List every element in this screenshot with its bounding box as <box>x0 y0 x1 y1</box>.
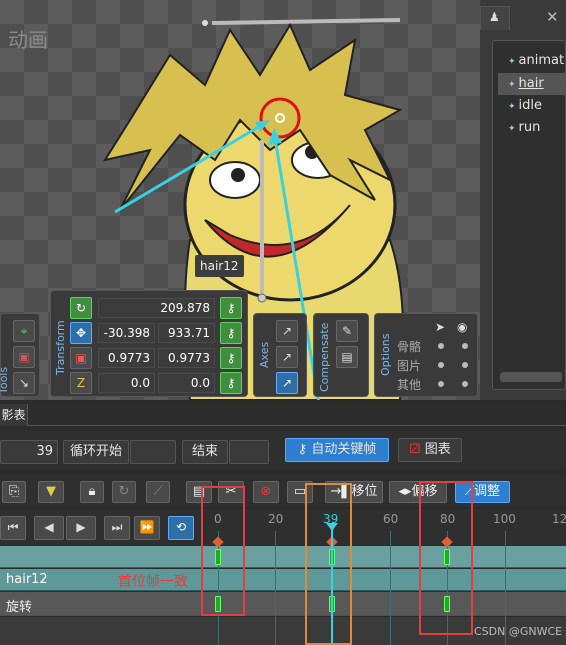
other-visible-toggle[interactable] <box>462 381 468 387</box>
repeat-icon[interactable]: ⟲ <box>168 516 194 540</box>
loop-start-field[interactable] <box>130 440 176 464</box>
annotation-box-last <box>419 481 473 635</box>
graph-icon: ⚂ <box>409 442 421 457</box>
images-select-toggle[interactable] <box>438 362 444 368</box>
watermark: CSDN @GNWCE <box>474 625 563 638</box>
parent-axes-icon[interactable]: ↗ <box>276 346 298 368</box>
translate-y-field[interactable]: 933.71 <box>158 323 215 343</box>
bones-select-toggle[interactable] <box>438 343 444 349</box>
world-axes-icon[interactable]: ↗ <box>276 372 298 394</box>
close-icon[interactable]: ✕ <box>546 8 559 26</box>
ruler-tick-20: 20 <box>268 512 284 526</box>
animation-icon: ✦ <box>508 80 516 90</box>
scale-icon[interactable]: ▣ <box>70 347 92 369</box>
transform-label: Transform <box>54 320 67 375</box>
graph-button[interactable]: ⚂ 图表 <box>398 438 462 462</box>
tree-item-hair[interactable]: ✦ hair <box>498 73 566 95</box>
axes-panel: Axes ↗ ↗ ↗ <box>253 313 307 397</box>
track-animation-row[interactable] <box>0 546 566 568</box>
shear-x-field[interactable]: 0.0 <box>98 373 155 393</box>
rotate-key-icon[interactable]: ⚷ <box>220 297 242 319</box>
track-label: 旋转 <box>6 600 33 615</box>
end-field[interactable] <box>229 440 269 464</box>
viewport-title: 动画 <box>8 28 48 52</box>
option-bones: 骨骼 <box>397 340 422 354</box>
end-label: 结束 <box>182 440 228 464</box>
grid-line <box>390 531 391 645</box>
weights-tool-icon[interactable]: ▣ <box>13 346 35 368</box>
annotation-box-current <box>305 483 352 645</box>
image-compensate-icon[interactable]: ▤ <box>336 346 358 368</box>
scale-y-field[interactable]: 0.9773 <box>158 348 215 368</box>
play-reverse-icon[interactable]: ◀ <box>34 516 64 540</box>
translate-key-icon[interactable]: ⚷ <box>220 322 242 344</box>
track-row-rotate[interactable]: 旋转 <box>0 592 566 616</box>
offset-icon: ◂▸ <box>398 484 412 499</box>
option-images: 图片 <box>397 359 422 373</box>
bottom-tabbar <box>0 404 566 426</box>
grid-line <box>275 531 276 645</box>
delete-icon[interactable]: ⊗ <box>253 481 279 503</box>
loop-icon[interactable]: ↻ <box>112 481 136 503</box>
images-visible-toggle[interactable] <box>462 362 468 368</box>
auto-key-button[interactable]: ⚷ 自动关键帧 <box>285 438 389 462</box>
bones-visible-toggle[interactable] <box>462 343 468 349</box>
copy-icon[interactable]: ⎘ <box>2 481 26 503</box>
axes-label: Axes <box>258 341 271 368</box>
scale-key-icon[interactable]: ⚷ <box>220 347 242 369</box>
tools-panel: Tools ⌖ ▣ ↘ <box>0 313 40 397</box>
options-label: Options <box>379 333 392 376</box>
curve-icon[interactable]: ⟋ <box>146 481 170 503</box>
transform-panel: Transform ↻ 209.878 ⚷ ✥ -30.398 933.71 ⚷… <box>50 290 248 397</box>
local-axes-icon[interactable]: ↗ <box>276 320 298 342</box>
shear-key-icon[interactable]: ⚷ <box>220 372 242 394</box>
track-label: hair12 <box>6 572 48 587</box>
annotation-box-first <box>201 486 245 616</box>
ruler-tick-100: 100 <box>493 512 516 526</box>
ruler-tick-60: 60 <box>383 512 399 526</box>
translate-icon[interactable]: ✥ <box>70 322 92 344</box>
go-start-icon[interactable]: ⏮ <box>0 516 26 540</box>
eye-icon: ◉ <box>457 320 468 334</box>
lock-icon[interactable]: 🔒︎ <box>80 481 104 503</box>
ruler-tick-120: 12 <box>552 512 566 526</box>
running-icon: ♟ <box>489 10 500 24</box>
bone-label: hair12 <box>195 255 244 277</box>
tree-item-idle[interactable]: ✦ idle <box>498 95 566 117</box>
step-forward-icon[interactable]: ⏩ <box>134 516 160 540</box>
frame-field[interactable]: 39 <box>0 440 58 464</box>
animation-icon: ✦ <box>508 124 516 134</box>
compensate-panel: Compensate ✎ ▤ <box>313 313 369 397</box>
annotation-text: 首位帧一致 <box>118 574 188 590</box>
go-end-icon[interactable]: ⏭ <box>104 516 130 540</box>
scale-x-field[interactable]: 0.9773 <box>98 348 155 368</box>
animation-icon: ✦ <box>508 57 516 67</box>
pose-tool-icon[interactable]: ⌖ <box>13 320 35 342</box>
other-select-toggle[interactable] <box>438 381 444 387</box>
option-other: 其他 <box>397 378 422 392</box>
options-panel: Options ➤ ◉ 骨骼 图片 其他 <box>374 313 478 397</box>
tree-item-run[interactable]: ✦ run <box>498 117 566 139</box>
tree-item-animations[interactable]: ✦ animat <box>498 50 566 72</box>
shear-y-field[interactable]: 0.0 <box>158 373 215 393</box>
animation-icon: ✦ <box>508 102 516 112</box>
loop-start-label: 循环开始 <box>63 440 129 464</box>
rotate-field[interactable]: 209.878 <box>98 298 215 318</box>
tree-tab[interactable]: ♟ <box>480 6 510 30</box>
translate-x-field[interactable]: -30.398 <box>98 323 155 343</box>
key-icon: ⚷ <box>297 442 308 457</box>
bone-compensate-icon[interactable]: ✎ <box>336 320 358 342</box>
play-icon[interactable]: ▶ <box>66 516 96 540</box>
track-row-hair12[interactable]: hair12 <box>0 569 566 591</box>
tab-dopesheet[interactable]: 影表 <box>0 404 28 426</box>
tree-scrollbar[interactable] <box>500 372 562 382</box>
rotate-icon[interactable]: ↻ <box>70 297 92 319</box>
select-icon: ➤ <box>435 320 446 334</box>
filter-icon[interactable]: ▼ <box>38 481 64 503</box>
create-tool-icon[interactable]: ↘ <box>13 372 35 394</box>
shear-icon[interactable]: Z <box>70 372 92 394</box>
tools-label: Tools <box>0 366 10 394</box>
compensate-label: Compensate <box>318 322 331 392</box>
